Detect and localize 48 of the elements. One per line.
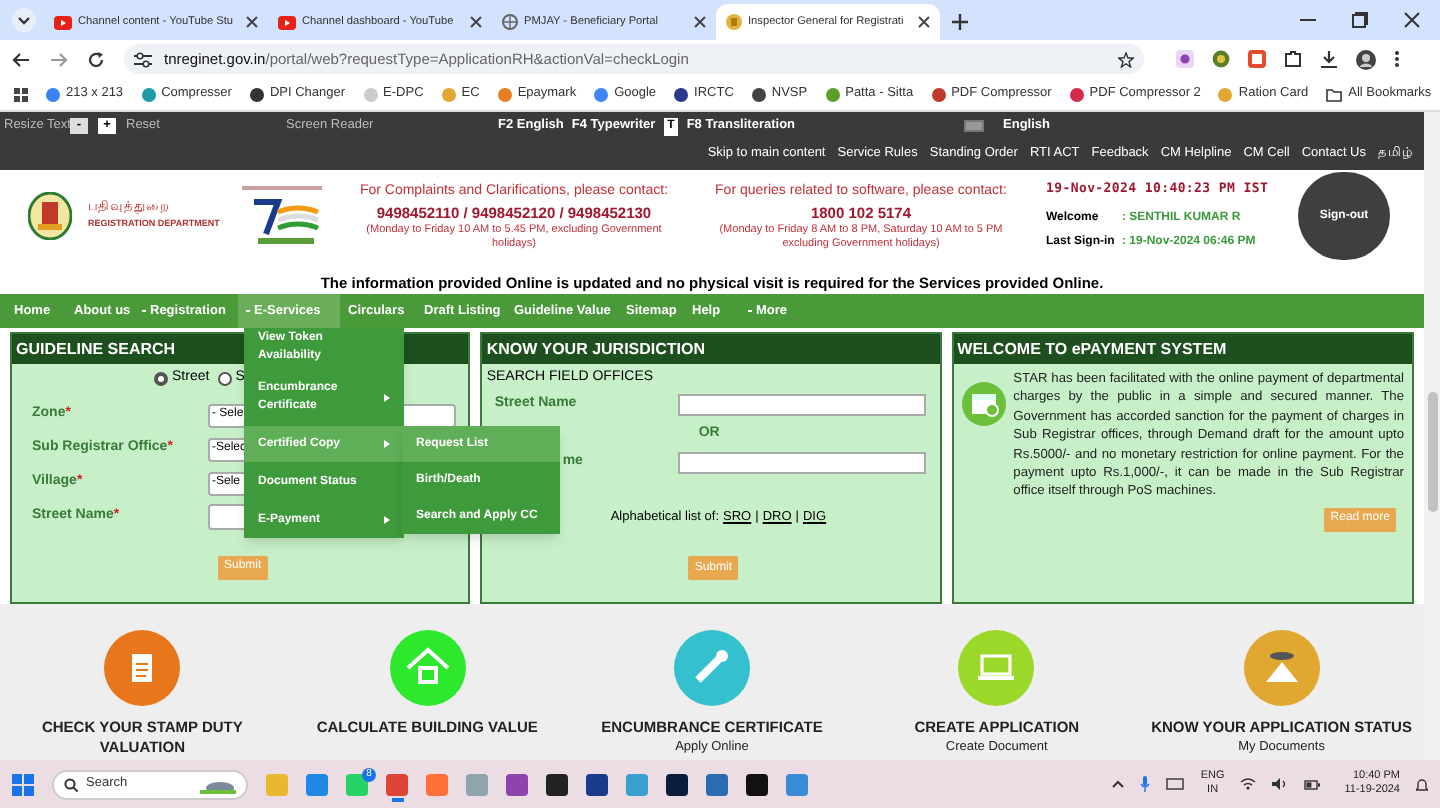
windows-start-icon[interactable] <box>12 773 34 795</box>
radio-button[interactable] <box>154 371 168 385</box>
globe-icon <box>502 14 518 30</box>
restore-icon[interactable] <box>1352 12 1368 28</box>
panel-title: WELCOME TO ePAYMENT SYSTEM <box>953 334 1412 364</box>
microphone-icon[interactable] <box>1140 776 1151 792</box>
close-icon[interactable] <box>918 16 930 28</box>
app-icon[interactable] <box>546 773 568 795</box>
close-icon[interactable] <box>470 16 482 28</box>
video-play-icon <box>54 15 72 29</box>
scrollbar[interactable] <box>1424 112 1440 760</box>
reload-icon[interactable] <box>88 51 104 67</box>
star-icon[interactable] <box>1118 51 1134 67</box>
folder-icon <box>1326 87 1343 101</box>
calendar-icon <box>961 382 1006 426</box>
anniversary-logo-drawing <box>238 186 326 247</box>
notification-bell-icon[interactable] <box>1416 777 1428 791</box>
chevron-down-icon[interactable] <box>12 8 36 32</box>
keyboard-icon[interactable] <box>1166 778 1185 790</box>
new-tab-icon[interactable] <box>952 14 968 30</box>
close-icon[interactable] <box>694 16 706 28</box>
app-icon[interactable] <box>746 773 768 795</box>
puzzle-icon[interactable] <box>1284 50 1302 68</box>
app-icon[interactable] <box>666 773 688 795</box>
download-icon[interactable] <box>1320 50 1338 68</box>
battery-icon[interactable] <box>1304 779 1321 789</box>
panel-title: KNOW YOUR JURISDICTION <box>482 334 940 364</box>
close-icon[interactable] <box>246 16 258 28</box>
kebab-menu-icon[interactable] <box>1394 50 1400 68</box>
extension-icon[interactable] <box>1176 50 1194 68</box>
radio-button[interactable] <box>217 371 232 385</box>
search-icon <box>64 777 78 791</box>
profile-avatar-icon[interactable] <box>1356 49 1376 69</box>
forward-arrow-icon[interactable] <box>50 51 68 67</box>
emblem-icon <box>28 192 72 241</box>
app-icon[interactable] <box>586 773 608 795</box>
wifi-icon[interactable] <box>1240 778 1257 790</box>
document-icon[interactable] <box>104 630 181 706</box>
chevron-up-icon[interactable] <box>1112 780 1125 788</box>
input-field[interactable] <box>678 452 927 474</box>
back-arrow-icon[interactable] <box>12 51 30 67</box>
emblem-icon <box>726 14 742 30</box>
speaker-icon[interactable] <box>1272 778 1289 790</box>
video-play-icon <box>278 15 296 29</box>
close-icon[interactable] <box>1404 12 1420 28</box>
input-field[interactable] <box>678 393 927 415</box>
site-info-icon <box>134 51 152 67</box>
apps-grid-icon[interactable] <box>14 87 28 101</box>
